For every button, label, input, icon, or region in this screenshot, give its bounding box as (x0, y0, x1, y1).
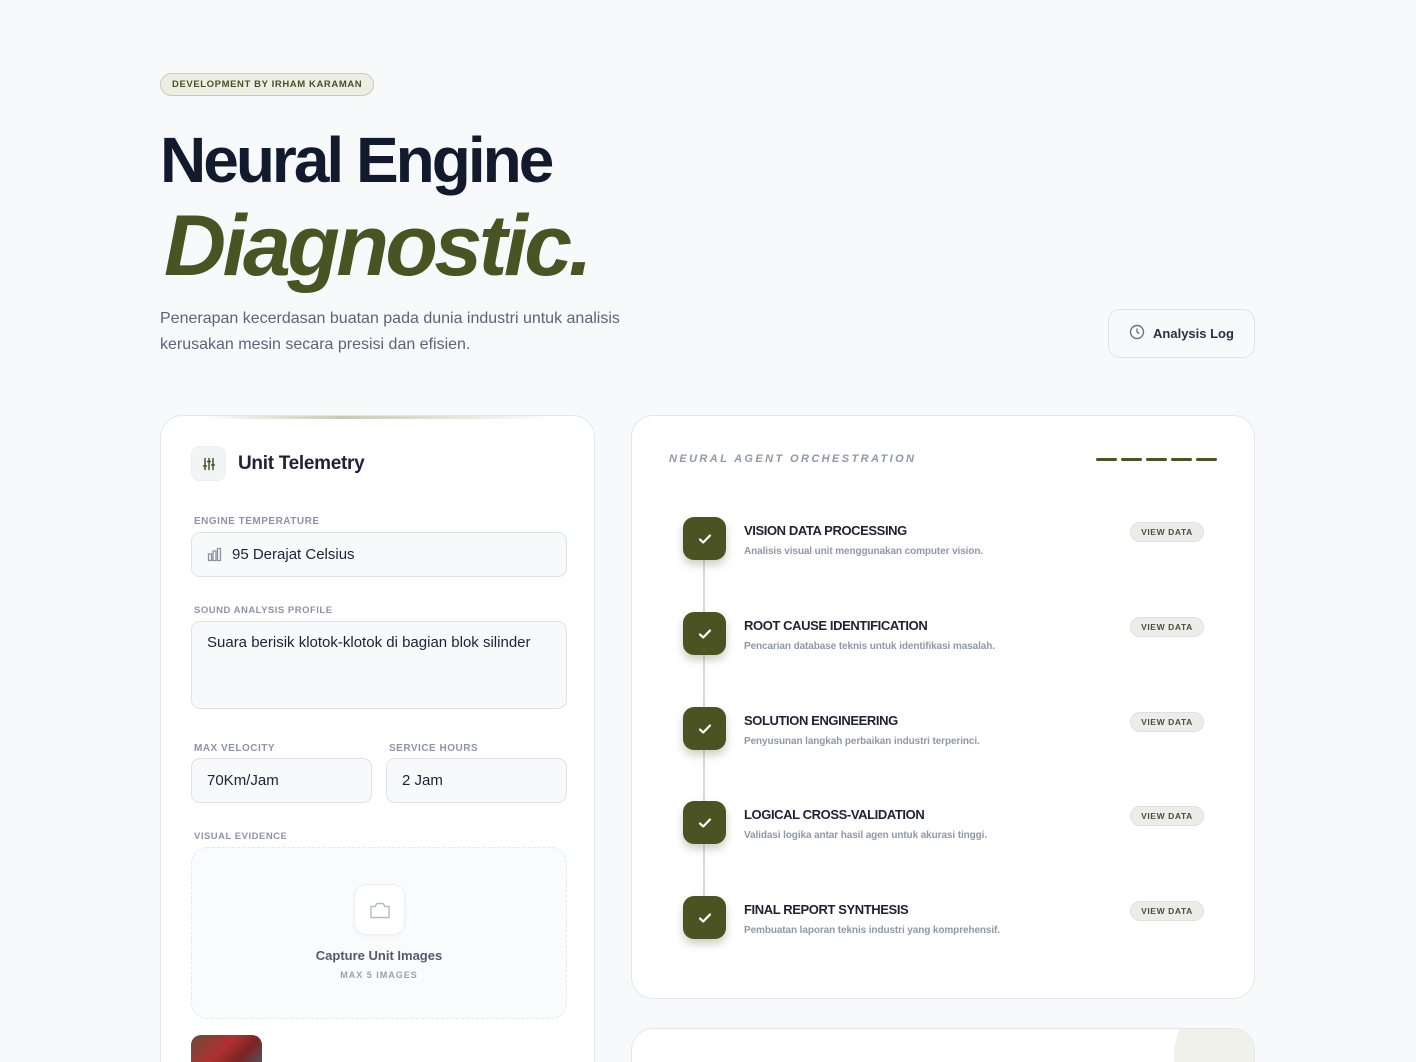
view-data-button[interactable]: VIEW DATA (1130, 806, 1204, 826)
agent-step: VISION DATA PROCESSING Analisis visual u… (683, 517, 1213, 577)
agent-step: ROOT CAUSE IDENTIFICATION Pencarian data… (683, 612, 1213, 672)
sound-analysis-label: SOUND ANALYSIS PROFILE (194, 605, 333, 616)
sliders-icon (191, 446, 226, 481)
step-title: FINAL REPORT SYNTHESIS (744, 902, 909, 917)
engine-temperature-value: 95 Derajat Celsius (232, 546, 355, 563)
view-data-button[interactable]: VIEW DATA (1130, 617, 1204, 637)
progress-dashes (1096, 458, 1217, 461)
results-card (631, 1028, 1255, 1062)
analysis-log-label: Analysis Log (1153, 326, 1234, 341)
step-title: ROOT CAUSE IDENTIFICATION (744, 618, 928, 633)
unit-telemetry-card: Unit Telemetry ENGINE TEMPERATURE 95 Der… (160, 415, 595, 1062)
step-description: Penyusunan langkah perbaikan industri te… (744, 736, 980, 747)
step-description: Pembuatan laporan teknis industri yang k… (744, 925, 1000, 936)
sound-analysis-textarea[interactable]: Suara berisik klotok-klotok di bagian bl… (191, 621, 567, 709)
max-velocity-value: 70Km/Jam (207, 772, 279, 789)
check-icon (683, 707, 726, 750)
telemetry-title: Unit Telemetry (238, 452, 365, 474)
engine-temperature-label: ENGINE TEMPERATURE (194, 516, 320, 527)
step-title: LOGICAL CROSS-VALIDATION (744, 807, 925, 822)
page-subtitle: Penerapan kecerdasan buatan pada dunia i… (160, 310, 620, 353)
agent-step: LOGICAL CROSS-VALIDATION Validasi logika… (683, 801, 1213, 861)
service-hours-value: 2 Jam (402, 772, 443, 789)
check-icon (683, 896, 726, 939)
camera-icon (354, 884, 405, 935)
uploaded-image-thumbnail[interactable] (191, 1035, 262, 1062)
orchestration-title: NEURAL AGENT ORCHESTRATION (669, 453, 917, 465)
service-hours-label: SERVICE HOURS (389, 743, 479, 754)
clock-icon (1129, 324, 1145, 343)
step-description: Pencarian database teknis untuk identifi… (744, 641, 995, 652)
view-data-button[interactable]: VIEW DATA (1130, 901, 1204, 921)
page-title-accent: Diagnostic. (164, 198, 593, 294)
image-upload-dropzone[interactable]: Capture Unit Images MAX 5 IMAGES (191, 847, 567, 1019)
page-title: Neural Engine (160, 124, 554, 196)
bar-chart-icon (207, 547, 222, 562)
capture-images-label: Capture Unit Images (315, 948, 443, 963)
check-icon (683, 612, 726, 655)
decorative-circle (1174, 1029, 1254, 1062)
agent-orchestration-card: NEURAL AGENT ORCHESTRATION VISION DATA P… (631, 415, 1255, 999)
card-accent-line (201, 416, 554, 419)
agent-step: FINAL REPORT SYNTHESIS Pembuatan laporan… (683, 896, 1213, 956)
view-data-button[interactable]: VIEW DATA (1130, 712, 1204, 732)
step-title: SOLUTION ENGINEERING (744, 713, 898, 728)
max-images-note: MAX 5 IMAGES (340, 970, 418, 980)
telemetry-header: Unit Telemetry (191, 446, 365, 481)
visual-evidence-label: VISUAL EVIDENCE (194, 831, 288, 842)
analysis-log-button[interactable]: Analysis Log (1108, 309, 1255, 358)
agent-step: SOLUTION ENGINEERING Penyusunan langkah … (683, 707, 1213, 767)
check-icon (683, 801, 726, 844)
check-icon (683, 517, 726, 560)
engine-temperature-field[interactable]: 95 Derajat Celsius (191, 532, 567, 577)
step-description: Validasi logika antar hasil agen untuk a… (744, 830, 988, 841)
step-description: Analisis visual unit menggunakan compute… (744, 546, 984, 557)
step-title: VISION DATA PROCESSING (744, 523, 907, 538)
service-hours-field[interactable]: 2 Jam (386, 758, 567, 803)
sound-analysis-value: Suara berisik klotok-klotok di bagian bl… (207, 634, 531, 651)
developer-badge: DEVELOPMENT BY IRHAM KARAMAN (160, 73, 375, 96)
max-velocity-field[interactable]: 70Km/Jam (191, 758, 372, 803)
max-velocity-label: MAX VELOCITY (194, 743, 276, 754)
view-data-button[interactable]: VIEW DATA (1130, 522, 1204, 542)
